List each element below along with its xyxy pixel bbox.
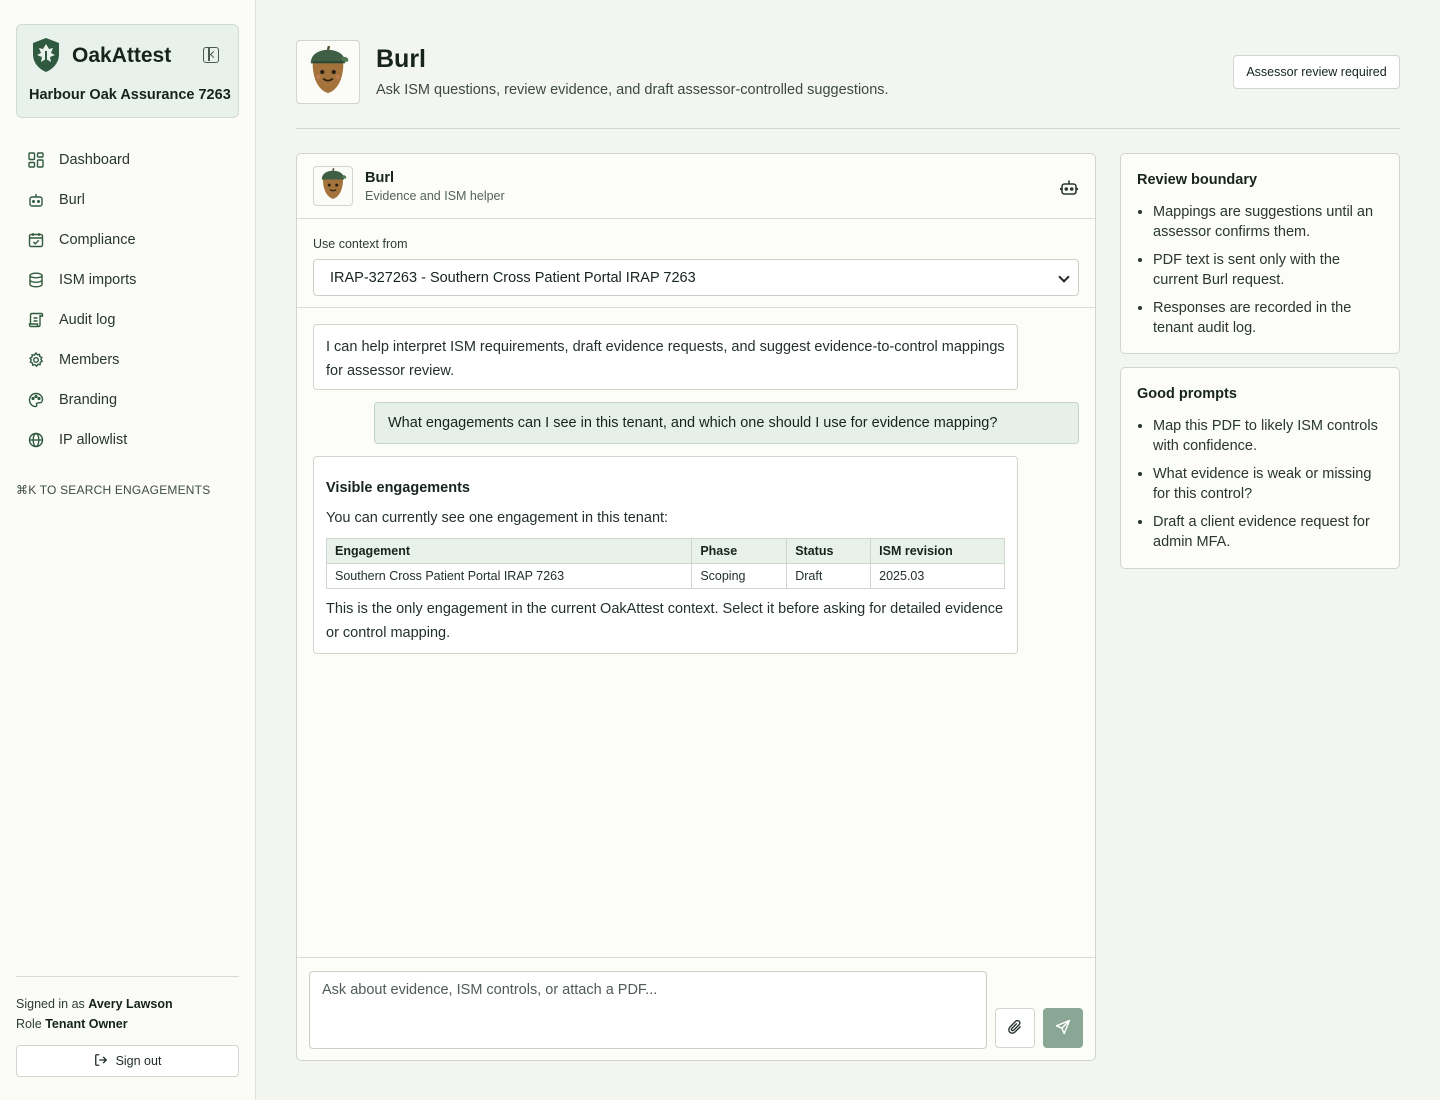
assistant-name: Burl [365, 170, 394, 186]
sidebar-item-branding[interactable]: Branding [16, 380, 239, 420]
sidebar: OakAttest Harbour Oak Assurance 7263 Das… [0, 0, 256, 1100]
reply-heading: Visible engagements [326, 480, 470, 496]
role-line: Role Tenant Owner [16, 1017, 128, 1031]
column-header-phase: Phase [691, 538, 788, 564]
reply-outro: This is the only engagement in the curre… [326, 601, 1004, 641]
robot-icon [28, 192, 44, 208]
scroll-icon [28, 312, 44, 328]
database-icon [28, 272, 44, 288]
cell-phase: Scoping [691, 563, 788, 589]
reply-intro: You can currently see one engagement in … [326, 510, 669, 526]
list-item: Mappings are suggestions until an assess… [1153, 202, 1389, 242]
paperclip-icon [1007, 1019, 1023, 1038]
user-name: Avery Lawson [88, 997, 173, 1011]
calendar-check-icon [28, 232, 44, 248]
sidebar-item-label: Audit log [59, 312, 116, 328]
sign-out-icon [94, 1053, 108, 1070]
assistant-role: Evidence and ISM helper [365, 189, 505, 203]
sidebar-item-label: IP allowlist [59, 432, 128, 448]
collapse-sidebar-icon[interactable] [203, 47, 219, 63]
good-prompts-list: Map this PDF to likely ISM controls with… [1153, 416, 1389, 560]
good-prompts-card: Good prompts Map this PDF to likely ISM … [1120, 367, 1400, 569]
oak-leaf-logo-icon [30, 37, 62, 73]
palette-icon [28, 392, 44, 408]
role-label: Role [16, 1017, 42, 1031]
page-subtitle: Ask ISM questions, review evidence, and … [376, 82, 889, 98]
cell-status: Draft [786, 563, 872, 589]
send-paper-plane-icon [1055, 1019, 1071, 1038]
card-title: Review boundary [1137, 172, 1258, 188]
sidebar-item-label: Members [59, 352, 120, 368]
sidebar-divider [16, 976, 239, 977]
gear-icon [28, 352, 44, 368]
list-item: Map this PDF to likely ISM controls with… [1153, 416, 1389, 456]
chat-panel: Burl Evidence and ISM helper Use context… [296, 153, 1096, 1061]
header-divider [296, 128, 1400, 129]
sidebar-item-label: Branding [59, 392, 118, 408]
cell-ism-revision: 2025.03 [870, 563, 1005, 589]
brand-name: OakAttest [72, 44, 172, 67]
engagement-context-select[interactable]: IRAP-327263 - Southern Cross Patient Por… [313, 259, 1079, 296]
table-header-row: Engagement Phase Status ISM revision [325, 538, 1005, 564]
sidebar-item-ism-imports[interactable]: ISM imports [16, 260, 239, 300]
acorn-mascot-icon [318, 168, 348, 204]
engagements-table: Engagement Phase Status ISM revision Sou… [325, 538, 1005, 589]
role-value: Tenant Owner [45, 1017, 128, 1031]
list-item: Draft a client evidence request for admi… [1153, 512, 1389, 552]
list-item: Responses are recorded in the tenant aud… [1153, 298, 1389, 338]
robot-icon [1060, 178, 1078, 196]
assistant-message: Visible engagements You can currently se… [313, 456, 1018, 654]
composer-area [297, 957, 1095, 1060]
review-boundary-list: Mappings are suggestions until an assess… [1153, 202, 1389, 346]
page-title: Burl [376, 45, 426, 73]
chevron-down-icon [1058, 271, 1070, 283]
sidebar-item-label: Burl [59, 192, 85, 208]
chat-avatar [313, 166, 353, 206]
sidebar-item-burl[interactable]: Burl [16, 180, 239, 220]
user-message: What engagements can I see in this tenan… [374, 402, 1079, 444]
message-input[interactable] [309, 971, 987, 1049]
assistant-message: I can help interpret ISM requirements, d… [313, 324, 1018, 390]
sidebar-nav: Dashboard Burl Compliance ISM imports Au… [16, 140, 239, 460]
sidebar-item-label: Compliance [59, 232, 136, 248]
sidebar-item-members[interactable]: Members [16, 340, 239, 380]
sidebar-item-compliance[interactable]: Compliance [16, 220, 239, 260]
burl-acorn-avatar [296, 40, 360, 104]
list-item: PDF text is sent only with the current B… [1153, 250, 1389, 290]
send-button[interactable] [1043, 1008, 1083, 1048]
sidebar-item-label: ISM imports [59, 272, 137, 288]
context-selector-area: Use context from IRAP-327263 - Southern … [297, 219, 1095, 308]
review-boundary-card: Review boundary Mappings are suggestions… [1120, 153, 1400, 354]
context-selected-value: IRAP-327263 - Southern Cross Patient Por… [330, 269, 696, 286]
dashboard-grid-icon [28, 152, 44, 168]
sidebar-item-dashboard[interactable]: Dashboard [16, 140, 239, 180]
signed-in-label: Signed in as [16, 997, 85, 1011]
globe-icon [28, 432, 44, 448]
sidebar-item-ip-allowlist[interactable]: IP allowlist [16, 420, 239, 460]
tenant-name: Harbour Oak Assurance 7263 [29, 87, 231, 103]
sign-out-label: Sign out [115, 1054, 162, 1068]
sidebar-item-audit-log[interactable]: Audit log [16, 300, 239, 340]
cell-engagement: Southern Cross Patient Portal IRAP 7263 [325, 563, 693, 589]
context-label: Use context from [313, 237, 408, 251]
acorn-mascot-icon [305, 45, 351, 99]
signed-in-line: Signed in as Avery Lawson [16, 997, 173, 1011]
column-header-engagement: Engagement [325, 538, 693, 564]
table-row: Southern Cross Patient Portal IRAP 7263 … [325, 563, 1005, 589]
sidebar-item-label: Dashboard [59, 152, 130, 168]
list-item: What evidence is weak or missing for thi… [1153, 464, 1389, 504]
sign-out-button[interactable]: Sign out [16, 1045, 239, 1077]
column-header-status: Status [786, 538, 872, 564]
brand-card: OakAttest Harbour Oak Assurance 7263 [16, 24, 239, 118]
assessor-review-badge: Assessor review required [1233, 55, 1400, 89]
chat-header: Burl Evidence and ISM helper [297, 154, 1095, 219]
card-title: Good prompts [1137, 386, 1237, 402]
column-header-ism-revision: ISM revision [870, 538, 1005, 564]
attach-file-button[interactable] [995, 1008, 1035, 1048]
search-shortcut-hint: ⌘K TO SEARCH ENGAGEMENTS [16, 483, 211, 497]
